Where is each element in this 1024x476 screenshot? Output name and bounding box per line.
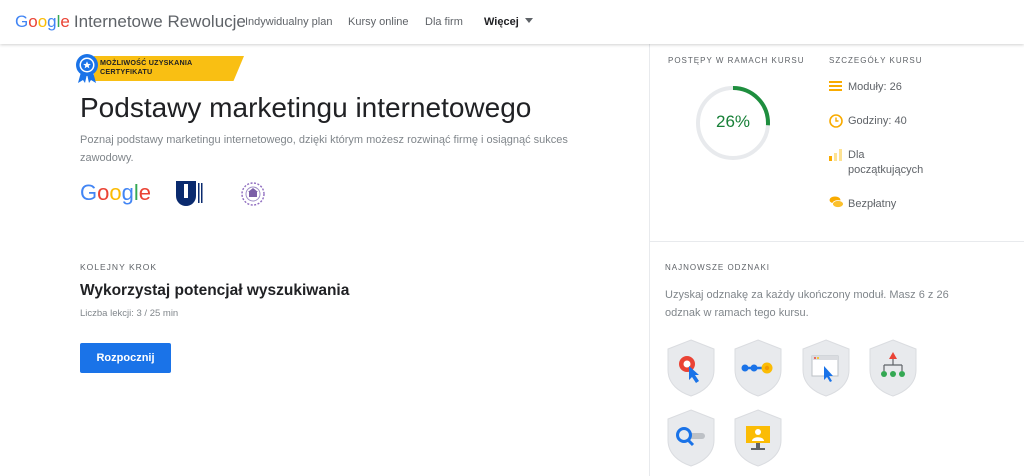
certificate-label: MOŻLIWOŚĆ UZYSKANIA CERTYFIKATU — [100, 58, 193, 76]
course-description: Poznaj podstawy marketingu internetowego… — [80, 134, 568, 164]
nav-more[interactable]: Więcej — [484, 16, 533, 28]
nav-individual-plan[interactable]: Indywidualny plan — [245, 16, 332, 28]
site-name: Internetowe Rewolucje — [73, 12, 246, 31]
course-title: Podstawy marketingu internetowego — [80, 92, 532, 123]
coins-icon — [829, 196, 844, 208]
connection-icon[interactable] — [732, 338, 784, 398]
next-step-meta: Liczba lekcji: 3 / 25 min — [80, 308, 179, 319]
detail-price: Bezpłatny — [848, 198, 897, 210]
chevron-down-icon — [524, 18, 533, 23]
badges-label: NAJNOWSZE ODZNAKI — [665, 263, 771, 272]
search-magnifier-icon[interactable] — [665, 408, 717, 468]
next-step-label: KOLEJNY KROK — [80, 262, 158, 272]
next-step-title: Wykorzystaj potencjał wyszukiwania — [80, 282, 350, 299]
details-label: SZCZEGÓŁY KURSU — [829, 56, 923, 65]
nav-online-courses[interactable]: Kursy online — [348, 16, 409, 28]
browser-cursor-icon[interactable] — [800, 338, 852, 398]
progress-label: POSTĘPY W RAMACH KURSU — [668, 56, 805, 65]
certificate-badge-icon — [76, 54, 98, 83]
badges-description: Uzyskaj odznakę za każdy ukończony moduł… — [665, 289, 949, 319]
google-partner-logo: Google — [80, 180, 152, 205]
click-target-icon[interactable] — [665, 338, 717, 398]
detail-modules: Moduły: 26 — [848, 81, 902, 93]
nav-for-business[interactable]: Dla firm — [425, 16, 463, 28]
clock-icon — [829, 114, 843, 128]
start-button[interactable]: Rozpocznij — [80, 343, 171, 373]
detail-level: Dla początkujących — [848, 149, 924, 176]
google-wordmark: Google — [15, 12, 70, 31]
progress-percent: 26% — [715, 112, 751, 131]
university-crest-logo — [241, 182, 265, 206]
nav-more-label: Więcej — [484, 16, 519, 28]
site-logo[interactable]: Google Internetowe Rewolucje — [15, 12, 246, 32]
detail-hours: Godziny: 40 — [848, 115, 907, 127]
column-divider — [649, 44, 650, 476]
network-tree-icon[interactable] — [867, 338, 919, 398]
open-university-logo — [176, 181, 203, 206]
modules-icon — [829, 81, 842, 91]
top-header: Google Internetowe Rewolucje Indywidualny… — [0, 0, 1024, 44]
level-icon — [829, 149, 842, 161]
presentation-icon[interactable] — [732, 408, 784, 468]
section-divider — [650, 241, 1024, 242]
